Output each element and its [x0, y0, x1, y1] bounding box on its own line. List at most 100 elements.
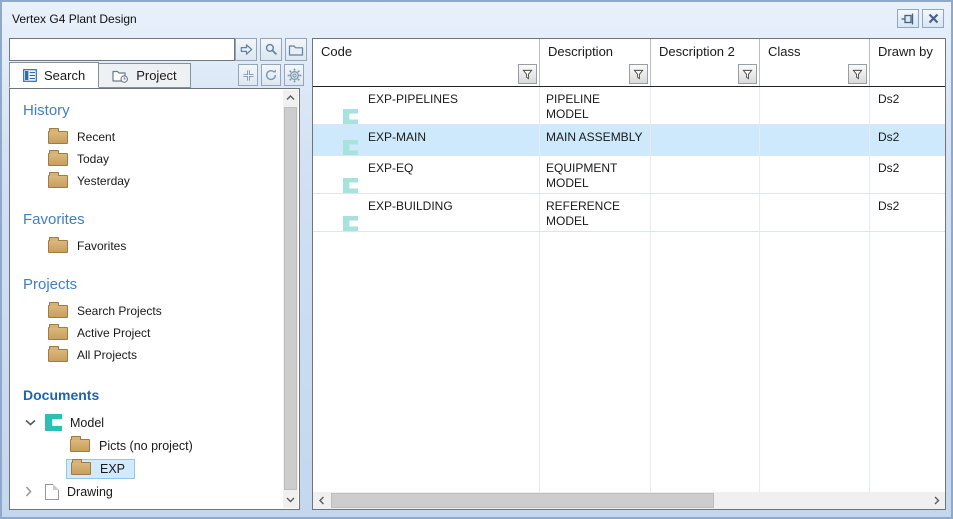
sidebar-item-label: Recent: [77, 130, 115, 144]
filter-button[interactable]: [629, 64, 648, 84]
open-folder-button[interactable]: [285, 38, 307, 61]
tree-item-label: Model: [70, 416, 104, 430]
column-header-code[interactable]: Code: [313, 39, 540, 86]
search-button[interactable]: [260, 38, 282, 61]
sidebar-item-label: Yesterday: [77, 174, 130, 188]
sidebar-item-all-projects[interactable]: All Projects: [10, 344, 283, 366]
folder-icon: [71, 462, 91, 475]
window-controls: [897, 9, 944, 28]
cell-drawn-by: Ds2: [870, 194, 945, 231]
section-title-history: History: [23, 102, 283, 119]
column-label: Class: [768, 44, 801, 59]
cell-class: [760, 194, 870, 231]
cell-description2: [651, 194, 760, 231]
model-icon: [343, 140, 358, 155]
action-toolbar: [238, 64, 304, 86]
scroll-up-icon[interactable]: [283, 90, 298, 106]
search-toolbar: [235, 38, 307, 61]
cell-class: [760, 156, 870, 193]
column-label: Drawn by: [878, 44, 933, 59]
table-row[interactable]: EXP-EQ EQUIPMENT MODEL Ds2: [313, 156, 945, 194]
column-header-description2[interactable]: Description 2: [651, 39, 760, 86]
gear-icon: [287, 68, 302, 83]
close-button[interactable]: [922, 9, 944, 28]
settings-button[interactable]: [284, 64, 304, 86]
table-row[interactable]: EXP-PIPELINES PIPELINE MODEL Ds2: [313, 87, 945, 125]
scroll-left-icon[interactable]: [313, 492, 330, 509]
filter-button[interactable]: [848, 64, 867, 84]
sidebar-item-search-projects[interactable]: Search Projects: [10, 300, 283, 322]
folder-icon: [48, 131, 68, 144]
open-folder-icon: [288, 43, 304, 57]
table-row-selected[interactable]: EXP-MAIN MAIN ASSEMBLY Ds2: [313, 125, 945, 156]
column-header-class[interactable]: Class: [760, 39, 870, 86]
tab-project[interactable]: Project: [98, 63, 190, 88]
model-icon: [343, 109, 358, 124]
close-icon: [928, 13, 939, 24]
cell-description: PIPELINE MODEL: [540, 87, 651, 124]
sidebar-item-yesterday[interactable]: Yesterday: [10, 170, 283, 192]
cell-description: EQUIPMENT MODEL: [540, 156, 651, 193]
project-tab-icon: [112, 69, 129, 83]
filter-button[interactable]: [518, 64, 537, 84]
panel-tabs: Search Project: [9, 62, 191, 88]
refresh-button[interactable]: [261, 64, 281, 86]
search-input[interactable]: [9, 38, 235, 61]
code-text: EXP-BUILDING: [368, 199, 453, 213]
column-label: Description: [548, 44, 613, 59]
scrollbar-thumb[interactable]: [331, 493, 714, 508]
sidebar-item-recent[interactable]: Recent: [10, 126, 283, 148]
chevron-down-icon[interactable]: [25, 419, 39, 426]
cell-class: [760, 125, 870, 155]
folder-icon: [48, 240, 68, 253]
sidebar-panel: History Recent Today Yesterday Favorites…: [9, 88, 300, 510]
section-title-favorites: Favorites: [23, 211, 283, 228]
add-button[interactable]: [238, 64, 258, 86]
filter-button[interactable]: [738, 64, 757, 84]
cell-description2: [651, 87, 760, 124]
table-header: Code Description Description 2: [313, 39, 945, 87]
scroll-down-icon[interactable]: [283, 492, 298, 508]
tree-item-label: EXP: [100, 462, 125, 476]
scrollbar-thumb[interactable]: [284, 107, 297, 490]
model-icon: [343, 216, 358, 231]
column-header-description[interactable]: Description: [540, 39, 651, 86]
folder-icon: [48, 305, 68, 318]
chevron-right-icon[interactable]: [25, 486, 39, 497]
sidebar-item-active-project[interactable]: Active Project: [10, 322, 283, 344]
results-table: Code Description Description 2: [312, 38, 946, 510]
tree-item-picts[interactable]: Picts (no project): [10, 434, 283, 457]
search-icon: [264, 42, 279, 57]
scroll-right-icon[interactable]: [928, 492, 945, 509]
sidebar-item-label: Favorites: [77, 239, 126, 253]
section-title-projects: Projects: [23, 276, 283, 293]
table-row[interactable]: EXP-BUILDING REFERENCE MODEL Ds2: [313, 194, 945, 232]
drawing-icon: [45, 484, 59, 500]
cell-description: REFERENCE MODEL: [540, 194, 651, 231]
column-label: Description 2: [659, 44, 735, 59]
table-empty-area: [313, 232, 945, 492]
filter-funnel-icon: [852, 69, 863, 80]
cell-class: [760, 87, 870, 124]
column-label: Code: [321, 44, 352, 59]
column-header-drawn-by[interactable]: Drawn by: [870, 39, 945, 86]
cell-code: EXP-MAIN: [313, 125, 540, 155]
app-window: Vertex G4 Plant Design: [0, 0, 953, 519]
go-arrow-icon: [239, 42, 254, 57]
pin-button[interactable]: [897, 9, 919, 28]
tree-item-label: Drawing: [67, 485, 113, 499]
table-horizontal-scrollbar[interactable]: [313, 492, 945, 509]
cell-drawn-by: Ds2: [870, 125, 945, 155]
folder-icon: [48, 175, 68, 188]
sidebar-item-today[interactable]: Today: [10, 148, 283, 170]
folder-icon: [48, 349, 68, 362]
tree-item-exp[interactable]: EXP: [10, 457, 283, 480]
tree-item-drawing[interactable]: Drawing: [10, 480, 283, 503]
sidebar-item-favorites[interactable]: Favorites: [10, 235, 283, 257]
scrollbar-track[interactable]: [330, 492, 928, 509]
tree-item-model[interactable]: Model: [10, 411, 283, 434]
sidebar-scrollbar[interactable]: [283, 90, 298, 508]
tab-search[interactable]: Search: [9, 62, 99, 88]
tree-item-label: Picts (no project): [99, 439, 193, 453]
go-button[interactable]: [235, 38, 257, 61]
